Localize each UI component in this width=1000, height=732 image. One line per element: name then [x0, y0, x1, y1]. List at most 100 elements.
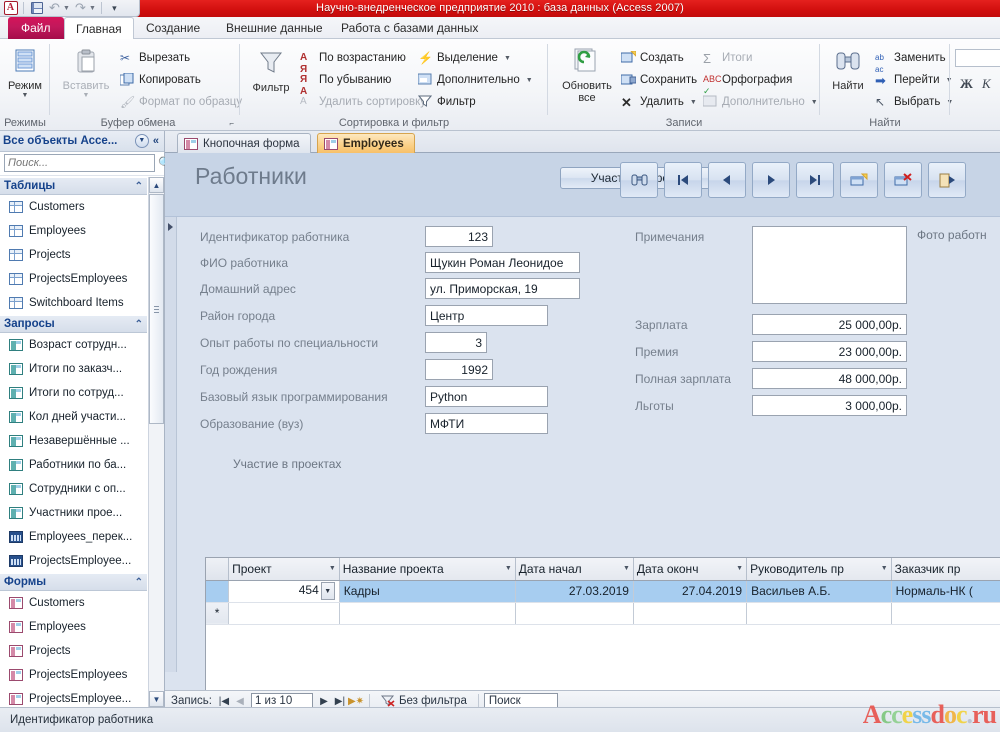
nav-group-queries[interactable]: Запросы ⌃ [0, 315, 147, 333]
new-record-button[interactable]: Создать [620, 50, 684, 65]
view-mode-button[interactable]: Режим ▼ [0, 47, 53, 99]
spelling-button[interactable]: ABC ✓ Орфография [703, 73, 792, 96]
nav-item-query-3[interactable]: Кол дней участи... [0, 405, 147, 429]
scrollbar-thumb[interactable] [149, 194, 164, 424]
previous-record-button[interactable] [708, 162, 746, 198]
save-record-button[interactable]: Сохранить [620, 73, 697, 87]
chevron-down-icon[interactable]: ▼ [504, 55, 511, 62]
last-record-button[interactable]: ▶| [332, 696, 348, 707]
chevron-down-icon[interactable]: ▼ [505, 565, 512, 572]
add-record-button[interactable] [840, 162, 878, 198]
doc-tab-switchboard[interactable]: Кнопочная форма [177, 133, 311, 153]
cell-end-date[interactable]: 27.04.2019 [633, 580, 748, 603]
goto-button[interactable]: ➡ Перейти ▼ [875, 73, 953, 88]
cell-manager[interactable] [746, 602, 892, 625]
column-header-project-name[interactable]: Название проекта ▼ [339, 558, 516, 581]
filter-button[interactable]: Фильтр [243, 49, 299, 94]
column-header-manager[interactable]: Руководитель пр ▼ [746, 558, 892, 581]
full-name-input[interactable]: Щукин Роман Леонидое [425, 252, 580, 273]
nav-item-query-0[interactable]: Возраст сотрудн... [0, 333, 147, 357]
tab-database-tools[interactable]: Работа с базами данных [330, 17, 489, 39]
nav-item-table-projects[interactable]: Projects [0, 243, 147, 267]
chevron-down-icon[interactable]: ▼ [0, 92, 53, 99]
navigation-pane-header[interactable]: Все объекты Ассе... ▼ « [0, 131, 164, 152]
select-all-corner[interactable] [206, 558, 230, 581]
chevron-up-icon[interactable]: ⌃ [135, 319, 143, 330]
city-district-input[interactable]: Центр [425, 305, 548, 326]
nav-item-query-2[interactable]: Итоги по сотруд... [0, 381, 147, 405]
nav-item-table-switchboard-items[interactable]: Switchboard Items [0, 291, 147, 315]
row-selector[interactable] [206, 580, 230, 603]
nav-item-table-customers[interactable]: Customers [0, 195, 147, 219]
total-salary-input[interactable]: 48 000,00р. [752, 368, 907, 389]
chevron-down-icon[interactable]: ▼ [811, 99, 818, 106]
nav-item-crosstab-0[interactable]: Employees_перек... [0, 525, 147, 549]
nav-item-table-projectsemployees[interactable]: ProjectsEmployees [0, 267, 147, 291]
tab-create[interactable]: Создание [135, 17, 211, 39]
column-header-start-date[interactable]: Дата начал ▼ [515, 558, 634, 581]
column-header-customer[interactable]: Заказчик пр▼ [891, 558, 1000, 581]
nav-item-query-1[interactable]: Итоги по заказч... [0, 357, 147, 381]
cell-start-date[interactable] [515, 602, 634, 625]
nav-item-query-4[interactable]: Незавершённые ... [0, 429, 147, 453]
refresh-all-button[interactable]: Обновить все [556, 47, 618, 104]
cell-manager[interactable]: Васильев А.Б. [746, 580, 892, 603]
nav-group-forms[interactable]: Формы ⌃ [0, 573, 147, 591]
chevron-down-icon[interactable]: ▼ [881, 565, 888, 572]
cell-start-date[interactable]: 27.03.2019 [515, 580, 634, 603]
nav-item-query-7[interactable]: Участники прое... [0, 501, 147, 525]
nav-item-form-employees[interactable]: Employees [0, 615, 147, 639]
nav-item-query-5[interactable]: Работники по ба... [0, 453, 147, 477]
chevron-down-icon[interactable]: ▼ [690, 99, 697, 106]
next-record-button[interactable]: ▶ [316, 696, 332, 707]
programming-language-input[interactable]: Python [425, 386, 548, 407]
paste-button[interactable]: Вставить ▼ [58, 49, 114, 99]
employee-id-input[interactable]: 123 [425, 226, 493, 247]
first-record-button[interactable] [664, 162, 702, 198]
scroll-up-icon[interactable]: ▲ [149, 177, 164, 193]
chevron-down-icon[interactable]: ▼ [329, 565, 336, 572]
bonus-input[interactable]: 23 000,00р. [752, 341, 907, 362]
select-button[interactable]: ↖ Выбрать ▼ [875, 95, 953, 109]
notes-input[interactable] [752, 226, 907, 304]
doc-tab-employees[interactable]: Employees [317, 133, 415, 153]
navigation-pane-scrollbar[interactable]: ▲ ▼ [148, 177, 164, 707]
chevron-down-icon[interactable]: ▼ [320, 582, 335, 600]
search-input[interactable] [4, 154, 155, 172]
table-row[interactable]: 454 ▼ Кадры 27.03.2019 27.04.2019 Василье… [206, 580, 1000, 603]
scroll-down-icon[interactable]: ▼ [149, 691, 164, 707]
next-record-button[interactable] [752, 162, 790, 198]
first-record-button[interactable]: |◀ [216, 696, 232, 707]
column-header-project[interactable]: Проект ▼ [228, 558, 340, 581]
cell-project-name[interactable] [339, 602, 516, 625]
find-button[interactable]: Найти [820, 49, 876, 92]
nav-item-form-projectsemployees[interactable]: ProjectsEmployees [0, 663, 147, 687]
collapse-pane-icon[interactable]: « [153, 135, 159, 147]
home-address-input[interactable]: ул. Приморская, 19 [425, 278, 580, 299]
nav-group-tables[interactable]: Таблицы ⌃ [0, 177, 147, 195]
cell-end-date[interactable] [633, 602, 748, 625]
delete-record-button[interactable] [884, 162, 922, 198]
filter-status[interactable]: Без фильтра [375, 695, 473, 707]
education-input[interactable]: МФТИ [425, 413, 548, 434]
chevron-down-icon[interactable]: ▼ [623, 565, 630, 572]
tab-external-data[interactable]: Внешние данные [215, 17, 334, 39]
cell-customer[interactable]: Нормаль-НК ( [891, 580, 1000, 603]
cut-button[interactable]: ✂ Вырезать [120, 51, 190, 65]
chevron-up-icon[interactable]: ⌃ [135, 577, 143, 588]
find-button[interactable] [620, 162, 658, 198]
nav-item-form-projectsemployee-sub[interactable]: ProjectsEmployee... [0, 687, 147, 707]
advanced-filter-button[interactable]: Дополнительно ▼ [417, 73, 533, 87]
italic-button[interactable]: К [982, 76, 991, 92]
new-record-button[interactable]: ▶✷ [348, 696, 364, 707]
nav-item-form-projects[interactable]: Projects [0, 639, 147, 663]
selection-button[interactable]: ⚡ Выделение ▼ [418, 51, 511, 65]
chevron-down-icon[interactable]: ▼ [134, 134, 149, 148]
cell-project[interactable]: 454 ▼ [228, 580, 340, 603]
chevron-down-icon[interactable]: ▼ [58, 92, 114, 99]
close-form-button[interactable] [928, 162, 966, 198]
sort-ascending-button[interactable]: АЯ По возрастанию [300, 51, 406, 75]
salary-input[interactable]: 25 000,00р. [752, 314, 907, 335]
nav-item-query-6[interactable]: Сотрудники с оп... [0, 477, 147, 501]
clipboard-dialog-launcher-icon[interactable]: ⌐ [229, 119, 234, 128]
